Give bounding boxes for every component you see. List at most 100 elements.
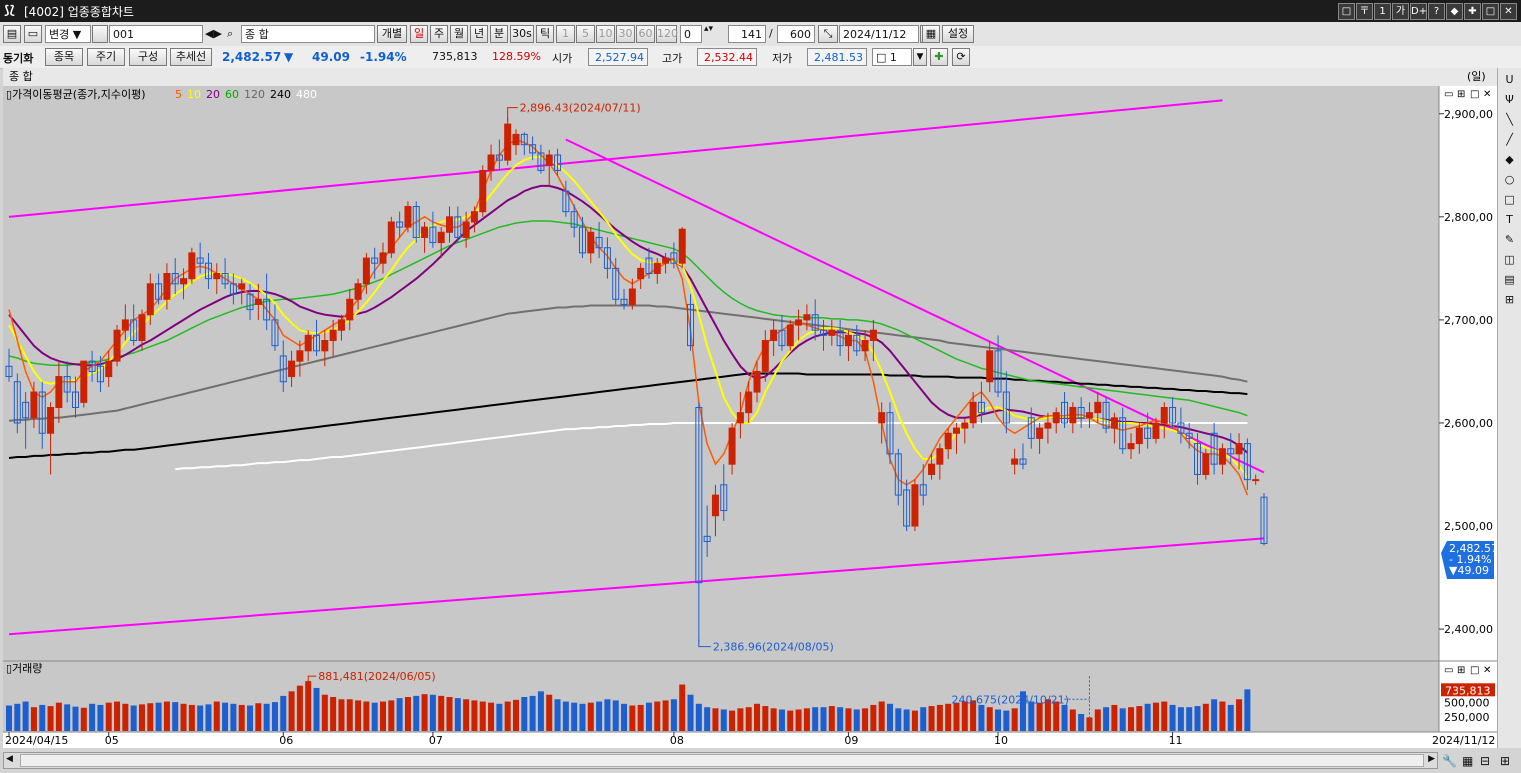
- candle-body-109: [911, 484, 919, 527]
- horizontal-scrollbar[interactable]: ◀ ▶: [3, 752, 1438, 769]
- volume-bar-9: [80, 707, 87, 731]
- grid-icon[interactable]: ▦: [1462, 754, 1473, 768]
- period-1-button[interactable]: 주: [430, 25, 448, 43]
- interval-60-button[interactable]: 60: [636, 25, 655, 43]
- compose-button[interactable]: 구성: [129, 48, 167, 66]
- tool-box-icon[interactable]: ▤: [1502, 272, 1517, 287]
- candle-body-146: [1218, 448, 1226, 465]
- settings-button[interactable]: 설정: [942, 25, 974, 43]
- change-select[interactable]: 변경 ▼: [45, 25, 91, 43]
- tool-fib-icon[interactable]: ◫: [1502, 252, 1517, 267]
- interval-120-button[interactable]: 120: [656, 25, 678, 43]
- open-label: 시가: [552, 52, 573, 65]
- prev-next-icon[interactable]: ◀▶: [205, 27, 222, 40]
- title-diamond-button[interactable]: ◆: [1446, 3, 1463, 20]
- candle-body-17: [146, 283, 154, 316]
- tool-gann-icon[interactable]: ⊞: [1502, 292, 1517, 307]
- title-pin-button[interactable]: 〒: [1356, 3, 1373, 20]
- volume-bar-106: [886, 703, 893, 731]
- item-button[interactable]: 종목: [45, 48, 83, 66]
- tool-trend-icon[interactable]: ╱: [1502, 132, 1517, 147]
- tool-marker-icon[interactable]: ◆: [1502, 152, 1517, 167]
- zoom-out-icon[interactable]: ⊟: [1480, 754, 1490, 768]
- period-4-button[interactable]: 분: [490, 25, 508, 43]
- zoom-icon[interactable]: ⤡: [818, 25, 838, 43]
- item-search-button[interactable]: [92, 25, 108, 43]
- volume-bar-21: [180, 703, 187, 731]
- wrench-icon[interactable]: 🔧: [1442, 754, 1457, 768]
- volume-bar-138: [1152, 702, 1159, 731]
- zoom-in-icon[interactable]: ⊞: [1500, 754, 1510, 768]
- volume-bar-5: [47, 706, 54, 731]
- volume-bar-103: [862, 708, 869, 731]
- title-font-button[interactable]: 가: [1392, 3, 1409, 20]
- change-arrow: ▼: [284, 50, 294, 64]
- volume-title: ▯거래량: [6, 662, 42, 675]
- tool-rect-icon[interactable]: □: [1502, 192, 1517, 207]
- tool-text-icon[interactable]: T: [1502, 212, 1517, 227]
- volume-bar-110: [920, 707, 927, 731]
- title-help-button[interactable]: ?: [1428, 3, 1445, 20]
- sync-label[interactable]: 동기화: [3, 50, 33, 66]
- candle-body-111: [928, 463, 936, 475]
- tool-circle-icon[interactable]: ○: [1502, 172, 1517, 187]
- period-5-button[interactable]: 30s: [510, 25, 534, 43]
- code-input[interactable]: 001: [109, 25, 203, 43]
- title-dplus-button[interactable]: D+: [1410, 3, 1427, 20]
- period-2-button[interactable]: 월: [450, 25, 468, 43]
- candle-body-19: [163, 273, 171, 300]
- interval-spin-icon[interactable]: ▴▾: [704, 24, 713, 34]
- title-one-button[interactable]: 1: [1374, 3, 1391, 20]
- chart-area[interactable]: 종 합 (일) ▯가격이동평균(종가,지수이평) 5 10 20 60 120 240 480 ▭ ▭…: [3, 68, 1498, 748]
- add-icon[interactable]: ✚: [930, 48, 948, 66]
- refresh-icon[interactable]: ⟳: [952, 48, 970, 66]
- period-0-button[interactable]: 일: [410, 25, 428, 43]
- count-input[interactable]: 141: [728, 25, 766, 43]
- title-maximize-button[interactable]: □: [1482, 3, 1499, 20]
- menu-icon[interactable]: ▤: [3, 25, 21, 43]
- volume-bar-132: [1103, 707, 1110, 731]
- tool-line-icon[interactable]: ╲: [1502, 112, 1517, 127]
- interval-1-button[interactable]: 1: [556, 25, 575, 43]
- tool-pitchfork-icon[interactable]: Ψ: [1502, 92, 1517, 107]
- tool-u-icon[interactable]: U: [1502, 72, 1517, 87]
- volume-bar-72: [604, 699, 611, 731]
- interval-30-button[interactable]: 30: [616, 25, 635, 43]
- volume-bar-64: [537, 691, 544, 731]
- scroll-thumb[interactable]: [20, 754, 1424, 767]
- window-count-select[interactable]: □ 1: [872, 48, 912, 66]
- scroll-left-icon[interactable]: ◀: [6, 754, 13, 764]
- volume-bar-35: [296, 685, 303, 731]
- volume-header-background: [3, 662, 1439, 674]
- candle-body-34: [288, 360, 296, 378]
- interval-10-button[interactable]: 10: [596, 25, 615, 43]
- title-restore-button[interactable]: □: [1338, 3, 1355, 20]
- title-move-button[interactable]: ✚: [1464, 3, 1481, 20]
- volume-bar-24: [205, 704, 212, 731]
- window-count-dropdown-icon[interactable]: ▼: [913, 48, 927, 66]
- volume-bar-80: [670, 699, 677, 731]
- candle-body-25: [213, 273, 221, 280]
- tool-pencil-icon[interactable]: ✎: [1502, 232, 1517, 247]
- period-3-button[interactable]: 년: [470, 25, 488, 43]
- interval-5-button[interactable]: 5: [576, 25, 595, 43]
- volume-bar-135: [1128, 707, 1135, 731]
- chart-svg[interactable]: 종 합 (일) ▯가격이동평균(종가,지수이평) 5 10 20 60 120 240 480 ▭ ▭…: [3, 68, 1498, 748]
- volume-bar-37: [313, 687, 320, 731]
- period-button[interactable]: 주기: [87, 48, 125, 66]
- candle-body-50: [421, 226, 429, 238]
- date-input[interactable]: 2024/11/12: [839, 25, 919, 43]
- title-close-button[interactable]: ✕: [1500, 3, 1517, 20]
- volume-bar-34: [288, 691, 295, 731]
- scroll-right-icon[interactable]: ▶: [1428, 754, 1435, 764]
- interval-input[interactable]: 0: [680, 25, 702, 43]
- individual-button[interactable]: 개별: [377, 25, 407, 43]
- candle-body-79: [662, 257, 670, 264]
- low-label: 저가: [772, 52, 793, 65]
- calendar-icon[interactable]: ▦: [922, 25, 940, 43]
- search-icon[interactable]: ⌕: [227, 27, 233, 41]
- volume-bar-113: [945, 703, 952, 731]
- period-6-button[interactable]: 틱: [536, 25, 554, 43]
- trendline-button[interactable]: 추세선: [170, 48, 212, 66]
- save-icon[interactable]: ▭: [24, 25, 42, 43]
